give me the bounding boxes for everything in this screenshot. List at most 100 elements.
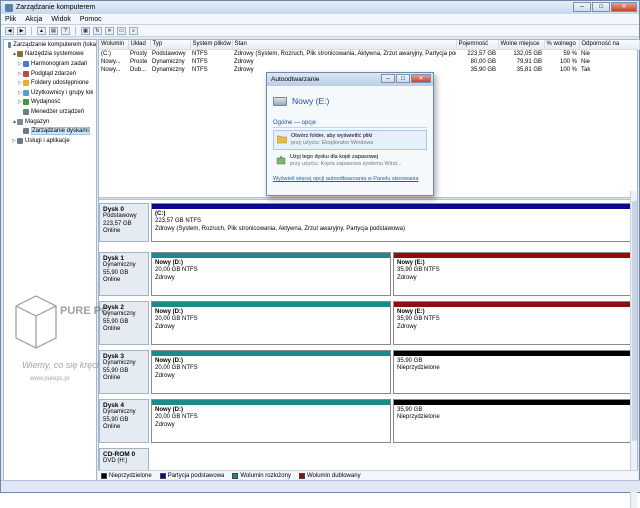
tree-item-label: Wydajność (31, 99, 61, 106)
column-header[interactable]: Wolne miejsce (498, 40, 545, 50)
partition-size: 35,90 GB (397, 406, 423, 413)
column-header[interactable]: % wolnego (544, 40, 580, 50)
properties-icon[interactable]: ▦ (81, 26, 90, 35)
toolbar: ◀ ▶ ▲ ▤ ? ▦ ↻ ✕ ▭ ⌕ (1, 25, 639, 37)
maximize-button[interactable]: □ (592, 2, 610, 12)
table-cell: Dynamiczny (152, 58, 185, 65)
back-icon[interactable]: ◀ (5, 26, 14, 35)
column-header[interactable]: Pojemność (456, 40, 499, 50)
column-header[interactable]: Układ (128, 40, 151, 50)
tree-item[interactable]: Menedżer urządzeń (4, 107, 96, 117)
folder-icon (277, 135, 287, 144)
search-icon[interactable]: ⌕ (129, 26, 138, 35)
tree-item[interactable]: Zarządzanie komputerem (loka (4, 40, 96, 50)
disk-name: Dysk 1 (103, 254, 124, 262)
partition-name: Nowy (D:) (155, 357, 183, 364)
disk-map-scrollbar[interactable] (630, 191, 637, 508)
partition[interactable]: 35,90 GB Nieprzydzielone (393, 349, 633, 394)
device-manager-icon (23, 108, 29, 115)
up-folder-icon[interactable]: ▲ (37, 26, 46, 35)
menu-view[interactable]: Widok (51, 16, 70, 23)
partition[interactable]: Nowy (D:) 20,00 GB NTFS Zdrowy (151, 398, 391, 443)
toolbar-separator (75, 26, 76, 35)
refresh-icon[interactable]: ↻ (93, 26, 102, 35)
tree-item[interactable]: ▷ Wydajność (4, 98, 96, 108)
tree-item-label: Magazyn (25, 118, 50, 125)
table-cell: Nie (581, 58, 591, 65)
disk-type: Dynamiczny (103, 262, 136, 268)
column-header[interactable]: Odporność na (579, 40, 640, 50)
backup-label: Użyj tego dysku dla kopii zapasowej (290, 154, 379, 160)
menu-help[interactable]: Pomoc (80, 16, 102, 23)
autoplay-drive-name: Nowy (E:) (292, 96, 330, 106)
tree-item[interactable]: ▲ Magazyn (4, 117, 96, 127)
table-cell: NTFS (192, 50, 208, 57)
partition[interactable]: 35,90 GB Nieprzydzielone (393, 398, 633, 443)
table-cell: 59 % (563, 50, 577, 57)
tree-item[interactable]: ▷ Użytkownicy i grupy lok (4, 88, 96, 98)
tree-item[interactable]: ▲ Narzędzia systemowe (4, 50, 96, 60)
table-row[interactable]: (C:) Prosty Podstawowy NTFS Zdrowy (System, … (99, 49, 639, 58)
backup-option[interactable]: Użyj tego dysku dla kopii zapasowej przy … (273, 152, 427, 170)
autoplay-maximize-button[interactable]: □ (396, 74, 410, 83)
column-header[interactable]: System plików (190, 40, 233, 50)
disk-label[interactable]: Dysk 4 Dynamiczny 55,90 GB Online (99, 398, 149, 443)
forward-icon[interactable]: ▶ (17, 26, 26, 35)
watermark-tagline: Wiemy, co się kręci (22, 360, 100, 370)
more-autoplay-options-link[interactable]: Wyświetl więcej opcji autoodtwarzania w … (273, 176, 427, 183)
tree-item[interactable]: ▷ Harmonogram zadań (4, 59, 96, 69)
tree-item[interactable]: ▷ Foldery udostępnione (4, 78, 96, 88)
tree-item-label: Zarządzanie komputerem (loka (13, 41, 96, 48)
close-button[interactable]: ✕ (611, 2, 637, 12)
table-row[interactable]: Nowy... Proste Dynamiczny NTFS Zdrowy 80,00 G… (99, 58, 639, 67)
clock-icon (23, 60, 29, 67)
help-icon[interactable]: ? (61, 26, 70, 35)
autoplay-minimize-button[interactable]: – (381, 74, 395, 83)
disk-row: Dysk 4 Dynamiczny 55,90 GB Online Nowy (D:) 2… (99, 398, 637, 443)
disk-icon[interactable]: ▭ (117, 26, 126, 35)
menu-bar: Plik Akcja Widok Pomoc (1, 14, 639, 25)
table-cell: NTFS (192, 67, 208, 74)
partition-status: Zdrowy (155, 372, 175, 379)
open-folder-option[interactable]: Otwórz folder, aby wyświetlić pliki przy … (273, 130, 427, 150)
table-cell: Prosty (130, 50, 148, 57)
tree-item[interactable]: ▷ Podgląd zdarzeń (4, 69, 96, 79)
legend-swatch (232, 473, 239, 479)
column-header[interactable]: Wolumin (99, 40, 129, 50)
partition[interactable]: Nowy (E:) 35,90 GB NTFS Zdrowy (393, 251, 633, 296)
scrollbar-thumb[interactable] (632, 201, 637, 441)
tree-item[interactable]: Zarządzanie dyskami (4, 126, 96, 136)
legend-swatch (101, 473, 107, 479)
open-folder-sublabel: przy użyciu: Eksplorator Windows (291, 140, 374, 146)
partition[interactable]: Nowy (D:) 20,00 GB NTFS Zdrowy (151, 349, 391, 394)
partition[interactable]: Nowy (E:) 35,90 GB NTFS Zdrowy (393, 300, 633, 345)
show-hide-tree-icon[interactable]: ▤ (49, 26, 58, 35)
partition-status: Zdrowy (155, 421, 175, 428)
menu-action[interactable]: Akcja (25, 16, 42, 23)
tree-item[interactable]: ▷ Usługi i aplikacje (4, 136, 96, 146)
disk-row: Dysk 0 Podstawowy 223,57 GB Online (C:) 223,5… (99, 202, 637, 242)
table-cell: Dynamiczny (152, 67, 185, 74)
menu-file[interactable]: Plik (5, 16, 16, 23)
autoplay-close-button[interactable]: ✕ (411, 74, 431, 83)
partition[interactable]: Nowy (D:) 20,00 GB NTFS Zdrowy (151, 251, 391, 296)
column-header[interactable]: Typ (150, 40, 191, 50)
partition-size: 223,57 GB NTFS (155, 218, 202, 224)
table-cell: (C:) (101, 50, 111, 57)
delete-icon[interactable]: ✕ (105, 26, 114, 35)
partition-size: 35,90 GB NTFS (397, 267, 440, 273)
table-cell: 35,81 GB (516, 67, 542, 74)
column-header[interactable]: Stan (232, 40, 457, 50)
autoplay-title-bar: Autoodtwarzanie – □ ✕ (267, 73, 433, 86)
disk-row: Dysk 3 Dynamiczny 55,90 GB Online Nowy (D:) 2… (99, 349, 637, 394)
legend-item: Wolumin rozłożony (232, 473, 291, 479)
autoplay-dialog: Autoodtwarzanie – □ ✕ Nowy (E:) Ogólne —… (266, 72, 434, 196)
partition[interactable]: (C:) 223,57 GB NTFS Zdrowy (System, Rozruc… (151, 202, 633, 242)
table-cell: Tak (581, 67, 591, 74)
shared-folder-icon (23, 80, 29, 87)
disk-label[interactable]: Dysk 0 Podstawowy 223,57 GB Online (99, 202, 149, 242)
minimize-button[interactable]: – (573, 2, 591, 12)
partition[interactable]: Nowy (D:) 20,00 GB NTFS Zdrowy (151, 300, 391, 345)
partition-size: 20,00 GB NTFS (155, 365, 198, 371)
table-cell: Dub... (130, 67, 147, 74)
